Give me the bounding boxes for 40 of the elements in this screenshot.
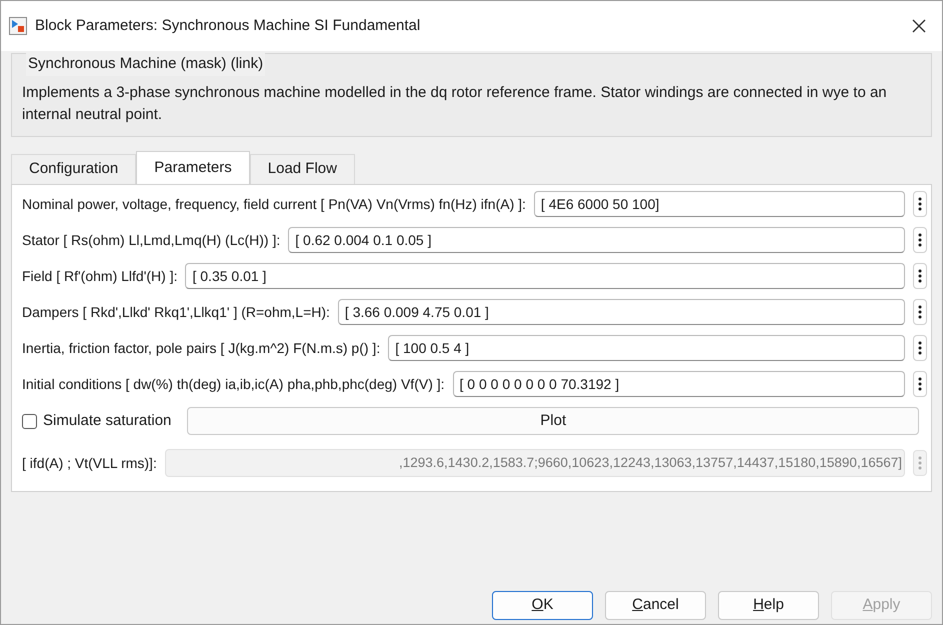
group-title: Synchronous Machine (mask) (link) [26,53,266,76]
more-icon [918,377,922,391]
tab[interactable]: Configuration [11,154,136,184]
more-icon [918,456,922,470]
parameter-label: Field [ Rf'(ohm) Llfd'(H) ]: [22,266,178,286]
parameter-label: Inertia, friction factor, pole pairs [ J(kg.m^2) F(N.m.s) p() ]: [22,338,380,358]
more-icon [918,341,922,355]
more-options-button[interactable] [913,335,927,361]
parameter-field[interactable]: [ 3.66 0.009 4.75 0.01 ] [338,299,905,325]
more-icon [918,233,922,247]
more-options-button[interactable] [913,263,927,289]
app-icon [9,17,27,35]
more-icon [918,305,922,319]
parameter-field[interactable]: [ 4E6 6000 50 100] [534,191,905,217]
close-icon [912,19,926,33]
tab[interactable]: Load Flow [250,154,355,184]
checkbox-label: Simulate saturation [43,410,172,431]
parameter-label: Nominal power, voltage, frequency, field current [ Pn(VA) Vn(Vrms) fn(Hz) ifn(A) ]: [22,194,526,214]
parameter-label: Stator [ Rs(ohm) Ll,Lmd,Lmq(H) (Lc(H)) ]: [22,230,280,250]
parameter-label: Dampers [ Rkd',Llkd' Rkq1',Llkq1' ] (R=ohm,L=H): [22,302,330,322]
more-options-button[interactable] [913,299,927,325]
more-options-button[interactable] [913,191,927,217]
parameter-field[interactable]: [ 0 0 0 0 0 0 0 0 70.3192 ] [452,371,905,397]
plot-button[interactable]: Plot [187,407,919,435]
tab[interactable]: Parameters [136,151,250,184]
more-icon [918,269,922,283]
parameter-field[interactable]: [ 0.35 0.01 ] [185,263,905,289]
window-title: Block Parameters: Synchronous Machine SI Fundamental [35,16,422,36]
dialog-button[interactable]: OK [492,591,593,620]
more-options-button[interactable] [913,371,927,397]
more-options-button[interactable] [913,227,927,253]
dialog-button[interactable]: Cancel [605,591,706,620]
checkbox[interactable] [22,414,37,428]
parameter-field[interactable]: [ 0.62 0.004 0.1 0.05 ] [288,227,905,253]
parameter-label: [ ifd(A) ; Vt(VLL rms)]: [22,454,157,473]
parameter-label: Initial conditions [ dw(%) th(deg) ia,ib,ic(A) pha,phb,phc(deg) Vf(V) ]: [22,374,445,394]
more-icon [918,197,922,211]
mask-description: Implements a 3-phase synchronous machine modelled in the dq rotor reference frame. Stator windings are connected in wye to an internal neutral point. [22,83,888,125]
parameter-field[interactable]: [ 100 0.5 4 ] [388,335,905,361]
dialog-button[interactable]: Help [718,591,819,620]
